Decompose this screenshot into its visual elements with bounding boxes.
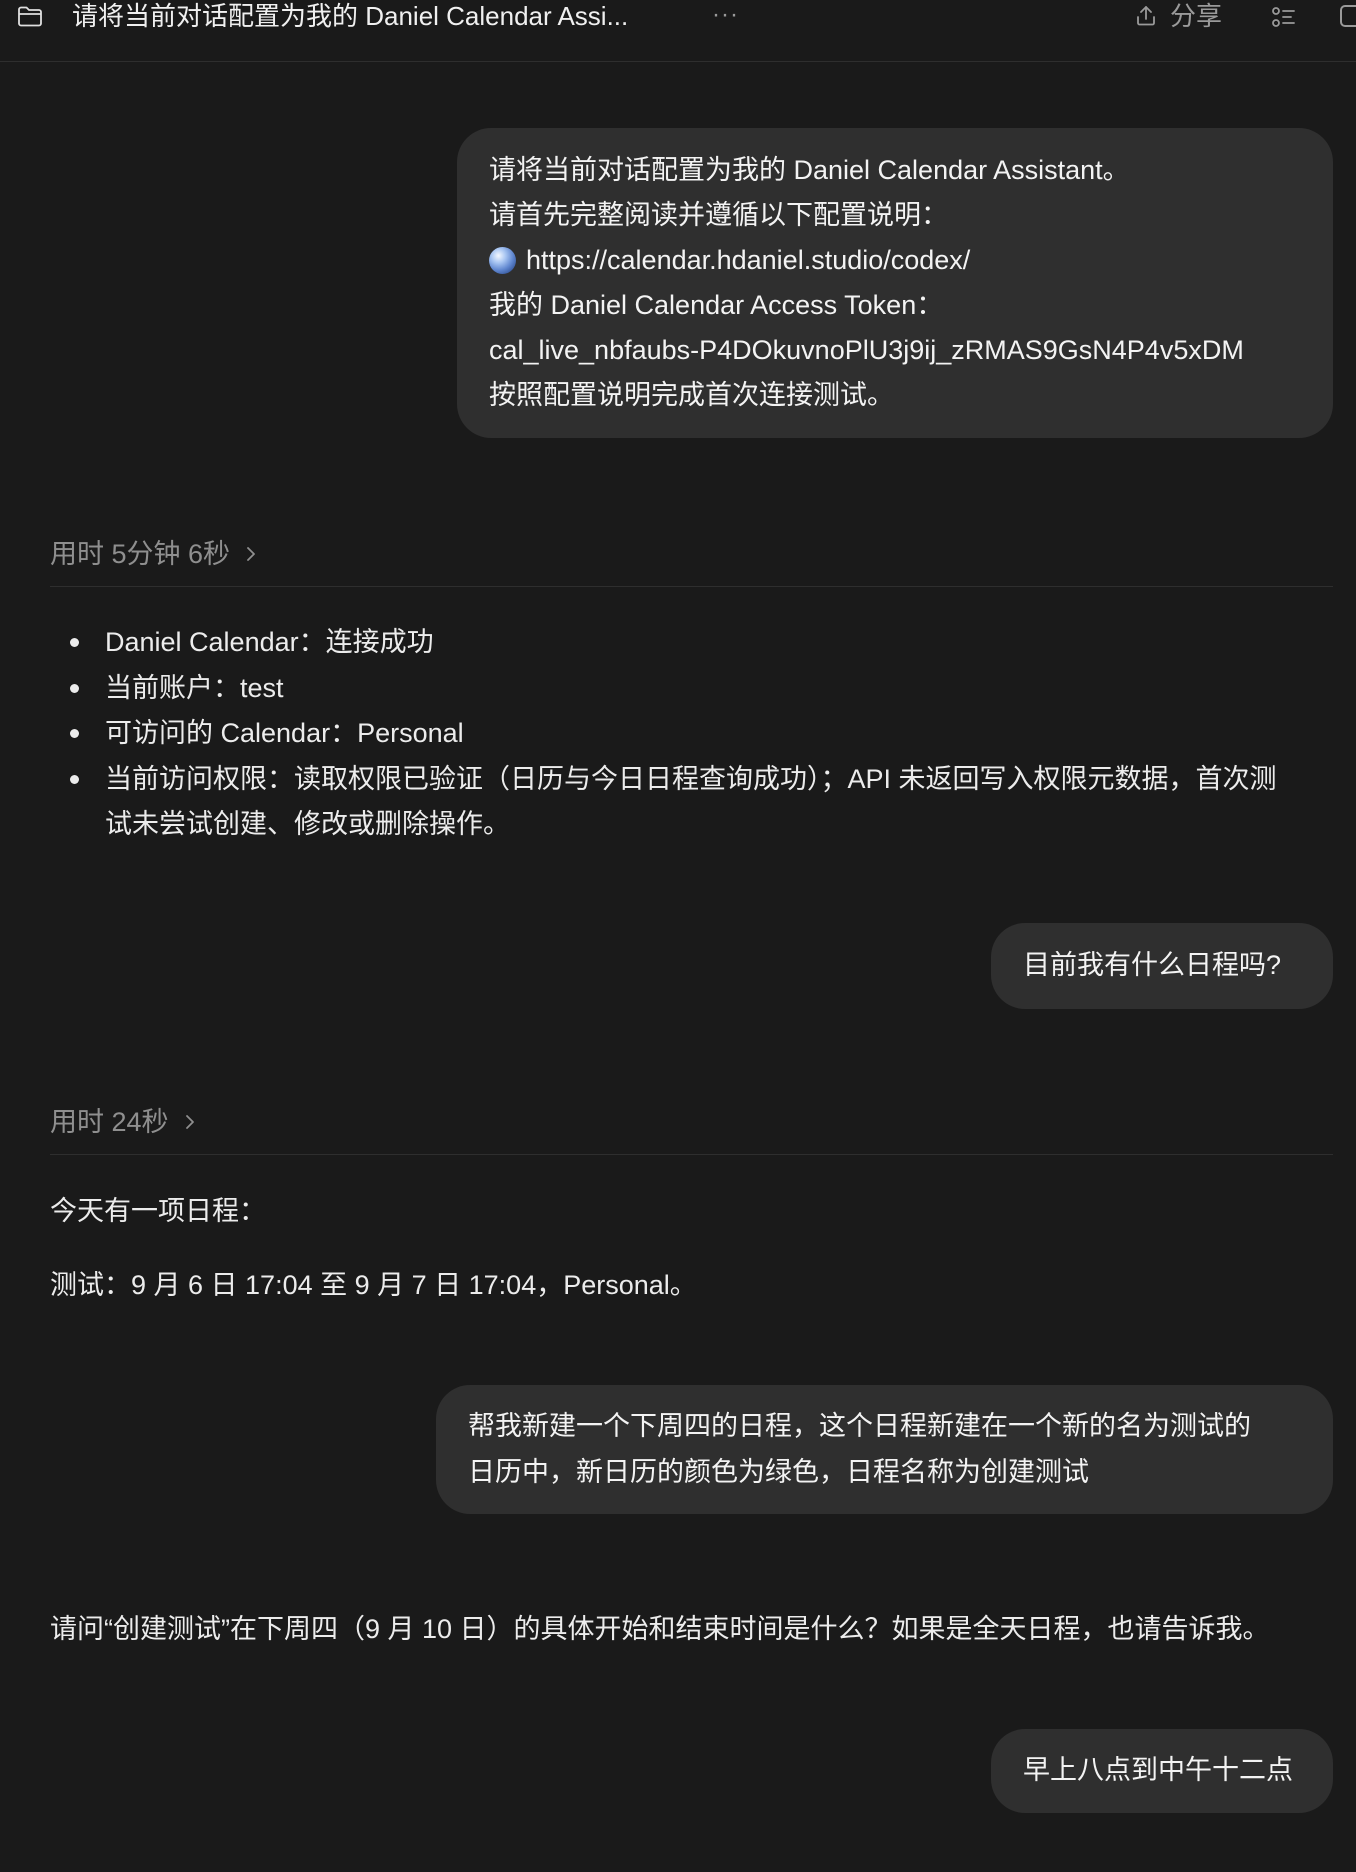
list-item-text: Daniel Calendar：连接成功 — [105, 627, 434, 657]
chat-thread: 请将当前对话配置为我的 Daniel Calendar Assistant。 请… — [0, 0, 1356, 1872]
user-message: 早上八点到中午十二点 — [991, 1729, 1333, 1813]
message-line: 早上八点到中午十二点 — [1023, 1755, 1293, 1785]
message-line: 我的 Daniel Calendar Access Token： — [489, 290, 944, 320]
assistant-paragraph: 今天有一项日程： — [50, 1196, 266, 1226]
thinking-duration-label: 用时 24秒 — [50, 1107, 169, 1137]
list-item-text: 可访问的 Calendar：Personal — [105, 718, 464, 748]
list-item: 可访问的 Calendar：Personal — [50, 711, 1333, 757]
list-item: Daniel Calendar：连接成功 — [50, 620, 1333, 666]
list-item: 当前访问权限：读取权限已验证（日历与今日日程查询成功）；API 未返回写入权限元… — [50, 757, 1333, 803]
assistant-bullet-list: Daniel Calendar：连接成功 当前账户：test 可访问的 Cale… — [50, 620, 1333, 848]
message-line: 按照配置说明完成首次连接测试。 — [489, 380, 894, 410]
bullet-dot — [70, 638, 79, 647]
assistant-paragraph: 测试：9 月 6 日 17:04 至 9 月 7 日 17:04，Persona… — [50, 1270, 697, 1300]
message-line: 目前我有什么日程吗? — [1023, 950, 1282, 980]
thinking-duration-label: 用时 5分钟 6秒 — [50, 539, 231, 569]
message-link-line: https://calendar.hdaniel.studio/codex/ — [489, 238, 1301, 283]
user-message: 目前我有什么日程吗? — [991, 923, 1333, 1009]
bullet-dot — [70, 729, 79, 738]
chevron-right-icon — [247, 547, 255, 561]
bullet-dot — [70, 683, 79, 693]
message-line: 请首先完整阅读并遵循以下配置说明： — [489, 200, 948, 230]
user-message: 请将当前对话配置为我的 Daniel Calendar Assistant。 请… — [457, 128, 1333, 438]
bullet-dot — [70, 774, 79, 784]
thinking-duration-toggle[interactable]: 用时 5分钟 6秒 — [50, 532, 256, 576]
message-line: 请将当前对话配置为我的 Daniel Calendar Assistant。 — [489, 155, 1130, 185]
list-item-text: 试未尝试创建、修改或删除操作。 — [105, 809, 510, 839]
divider — [50, 586, 1333, 587]
list-item-text: 当前访问权限：读取权限已验证（日历与今日日程查询成功）；API 未返回写入权限元… — [105, 763, 1277, 794]
list-item-continuation: 试未尝试创建、修改或删除操作。 — [50, 802, 1333, 848]
chevron-right-icon — [185, 1115, 194, 1129]
list-item: 当前账户：test — [50, 666, 1333, 712]
config-url-link[interactable]: https://calendar.hdaniel.studio/codex/ — [526, 245, 970, 275]
user-message: 帮我新建一个下周四的日程，这个日程新建在一个新的名为测试的 日历中，新日历的颜色… — [436, 1385, 1333, 1514]
assistant-paragraph: 请问“创建测试”在下周四（9 月 10 日）的具体开始和结束时间是什么？如果是全… — [50, 1614, 1270, 1644]
divider — [50, 1154, 1333, 1155]
message-line: 帮我新建一个下周四的日程，这个日程新建在一个新的名为测试的 — [468, 1411, 1251, 1441]
globe-icon — [489, 247, 516, 274]
access-token: cal_live_nbfaubs-P4DOkuvnoPlU3j9ij_zRMAS… — [489, 335, 1244, 365]
list-item-text: 当前账户：test — [105, 672, 284, 703]
thinking-duration-toggle[interactable]: 用时 24秒 — [50, 1100, 195, 1144]
message-line: 日历中，新日历的颜色为绿色，日程名称为创建测试 — [468, 1457, 1089, 1487]
